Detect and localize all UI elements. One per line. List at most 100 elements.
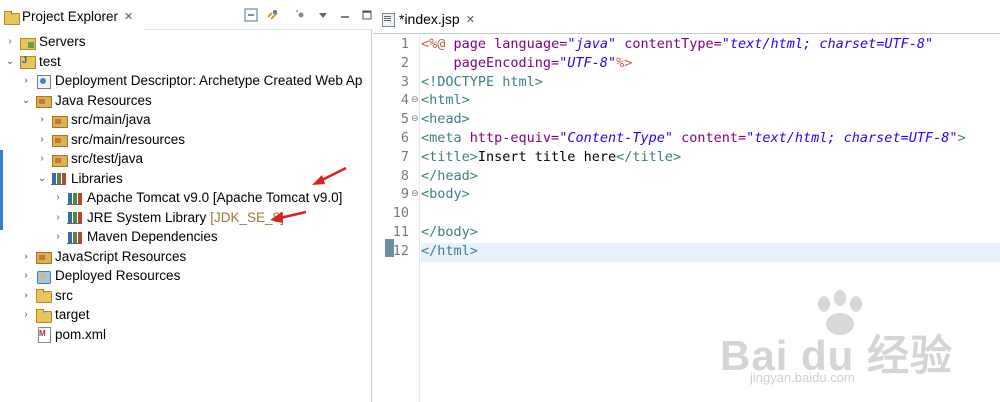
tab-project-explorer[interactable]: Project Explorer ✕ — [0, 3, 144, 30]
deployed-resources-icon — [35, 268, 51, 284]
expand-chevron-icon[interactable]: › — [20, 270, 32, 282]
fold-toggle-icon[interactable]: ⊖ — [411, 95, 419, 105]
line-number: 3 — [400, 73, 409, 90]
tree-item-deployed-resources[interactable]: › Deployed Resources — [0, 266, 371, 286]
tree-item-label: JavaScript Resources — [55, 248, 187, 264]
line-number: 1 — [400, 36, 409, 52]
tree-item-label: Apache Tomcat v9.0 [Apache Tomcat v9.0] — [87, 190, 343, 206]
tree-item-src[interactable]: › src — [0, 286, 371, 306]
minimize-icon[interactable] — [338, 8, 352, 22]
expand-chevron-icon[interactable]: › — [52, 211, 64, 223]
tree-item-target[interactable]: › target — [0, 305, 371, 325]
editor-area: *index.jsp ✕ 1 2 3 4 ⊖ 5 ⊖ 6 7 8 9 ⊖ 10 … — [373, 0, 1000, 402]
close-icon[interactable]: ✕ — [466, 13, 475, 26]
code-line-3: <!DOCTYPE html> — [421, 73, 543, 90]
collapse-chevron-icon[interactable]: ⌄ — [20, 94, 32, 106]
library-icon — [67, 209, 83, 225]
code-line-8: </head> — [421, 167, 478, 184]
tree-item-src-main-java[interactable]: › src/main/java — [0, 110, 371, 130]
expand-chevron-icon[interactable]: › — [36, 153, 48, 165]
expand-chevron-icon[interactable]: › — [36, 114, 48, 126]
expand-chevron-icon[interactable]: › — [20, 309, 32, 321]
tree-item-label: src/main/java — [71, 112, 151, 128]
tree-item-label: src/main/resources — [71, 131, 186, 147]
library-icon — [67, 190, 83, 206]
project-explorer-view: Project Explorer ✕ › Servers ⌄ J test › … — [0, 0, 372, 402]
collapse-chevron-icon[interactable]: ⌄ — [36, 172, 48, 184]
deployment-descriptor-icon — [35, 73, 51, 89]
project-explorer-tabbar: Project Explorer ✕ — [0, 0, 372, 30]
tree-item-label: JRE System Library — [87, 209, 207, 225]
javascript-resources-icon — [35, 248, 52, 265]
line-number: 5 — [400, 111, 409, 128]
annotation-arrow-jre — [270, 210, 307, 223]
collapse-all-icon[interactable] — [244, 8, 258, 22]
tree-item-test-project[interactable]: ⌄ test — [0, 52, 371, 72]
code-line-5: <head> — [421, 111, 470, 128]
package-folder-icon — [51, 131, 68, 148]
line-number: 6 — [400, 130, 409, 146]
expand-chevron-icon[interactable]: › — [20, 250, 32, 262]
code-line-6: <meta http-equiv="Content-Type" content=… — [421, 130, 966, 146]
baidu-watermark: Bai du 经验 jingyan.baidu.com — [720, 288, 980, 388]
tree-item-maven-dependencies[interactable]: › Maven Dependencies — [0, 227, 371, 247]
collapse-chevron-icon[interactable]: ⌄ — [4, 55, 16, 67]
annotation-arrow-tomcat — [312, 166, 347, 185]
line-number: 4 — [400, 92, 409, 109]
tree-item-javascript-resources[interactable]: › JavaScript Resources — [0, 247, 371, 267]
tree-item-label: Libraries — [71, 170, 123, 186]
left-edge-marker — [0, 150, 3, 230]
view-menu-icon[interactable] — [316, 8, 330, 22]
tree-item-jre-system-library[interactable]: › JRE System Library [JDK_SE_8] — [0, 208, 371, 228]
tree-item-label: Java Resources — [55, 92, 152, 108]
line-number: 8 — [400, 167, 409, 184]
fold-toggle-icon[interactable]: ⊖ — [411, 114, 419, 124]
explorer-toolbar — [240, 7, 378, 23]
tree-item-label: test — [39, 53, 61, 69]
folder-icon — [35, 307, 52, 323]
expand-chevron-icon[interactable]: › — [52, 192, 64, 204]
tab-project-explorer-label: Project Explorer — [22, 9, 119, 24]
tree-item-apache-tomcat[interactable]: › Apache Tomcat v9.0 [Apache Tomcat v9.0… — [0, 188, 371, 208]
watermark-url: jingyan.baidu.com — [750, 370, 855, 385]
java-resources-icon — [35, 92, 52, 109]
focus-icon[interactable] — [294, 8, 308, 22]
code-line-9: <body> — [421, 186, 470, 203]
line-number: 10 — [392, 205, 409, 222]
line-number-gutter: 1 2 3 4 ⊖ 5 ⊖ 6 7 8 9 ⊖ 10 11 12 — [373, 35, 420, 402]
xml-file-icon — [35, 326, 51, 344]
code-line-12: </html> — [421, 242, 1000, 262]
project-icon — [19, 53, 36, 70]
expand-chevron-icon[interactable]: › — [20, 289, 32, 301]
expand-chevron-icon[interactable]: › — [4, 36, 16, 48]
tree-item-label: Servers — [39, 34, 86, 50]
library-icon — [67, 229, 83, 245]
maximize-icon[interactable] — [360, 8, 374, 22]
tree-item-deployment-descriptor[interactable]: › Deployment Descriptor: Archetype Creat… — [0, 71, 371, 91]
folder-icon — [35, 287, 52, 304]
libraries-icon — [51, 170, 67, 186]
tree-item-src-main-resources[interactable]: › src/main/resources — [0, 130, 371, 150]
tree-item-label: Maven Dependencies — [87, 229, 218, 245]
close-icon[interactable]: ✕ — [124, 10, 133, 23]
link-with-editor-icon[interactable] — [266, 8, 280, 22]
project-explorer-icon — [3, 9, 20, 25]
tree-item-label: Deployment Descriptor: Archetype Created… — [55, 73, 363, 89]
tree-item-java-resources[interactable]: ⌄ Java Resources — [0, 91, 371, 111]
project-tree: › Servers ⌄ test › Deployment Descriptor… — [0, 31, 371, 402]
tree-item-servers[interactable]: › Servers — [0, 32, 371, 52]
editor-tabbar: *index.jsp ✕ — [373, 0, 1000, 34]
tree-item-label: target — [55, 307, 90, 323]
jsp-file-icon — [381, 12, 395, 27]
expand-chevron-icon[interactable]: › — [20, 75, 32, 87]
tree-item-label: src/test/java — [71, 151, 144, 167]
tree-item-pom-xml[interactable]: pom.xml — [0, 325, 371, 345]
code-line-2: pageEncoding="UTF-8"%> — [421, 54, 633, 71]
tab-index-jsp[interactable]: *index.jsp ✕ — [377, 5, 481, 33]
fold-toggle-icon[interactable]: ⊖ — [411, 189, 419, 199]
servers-folder-icon — [19, 34, 36, 50]
expand-chevron-icon[interactable]: › — [52, 231, 64, 243]
expand-chevron-icon[interactable]: › — [36, 133, 48, 145]
